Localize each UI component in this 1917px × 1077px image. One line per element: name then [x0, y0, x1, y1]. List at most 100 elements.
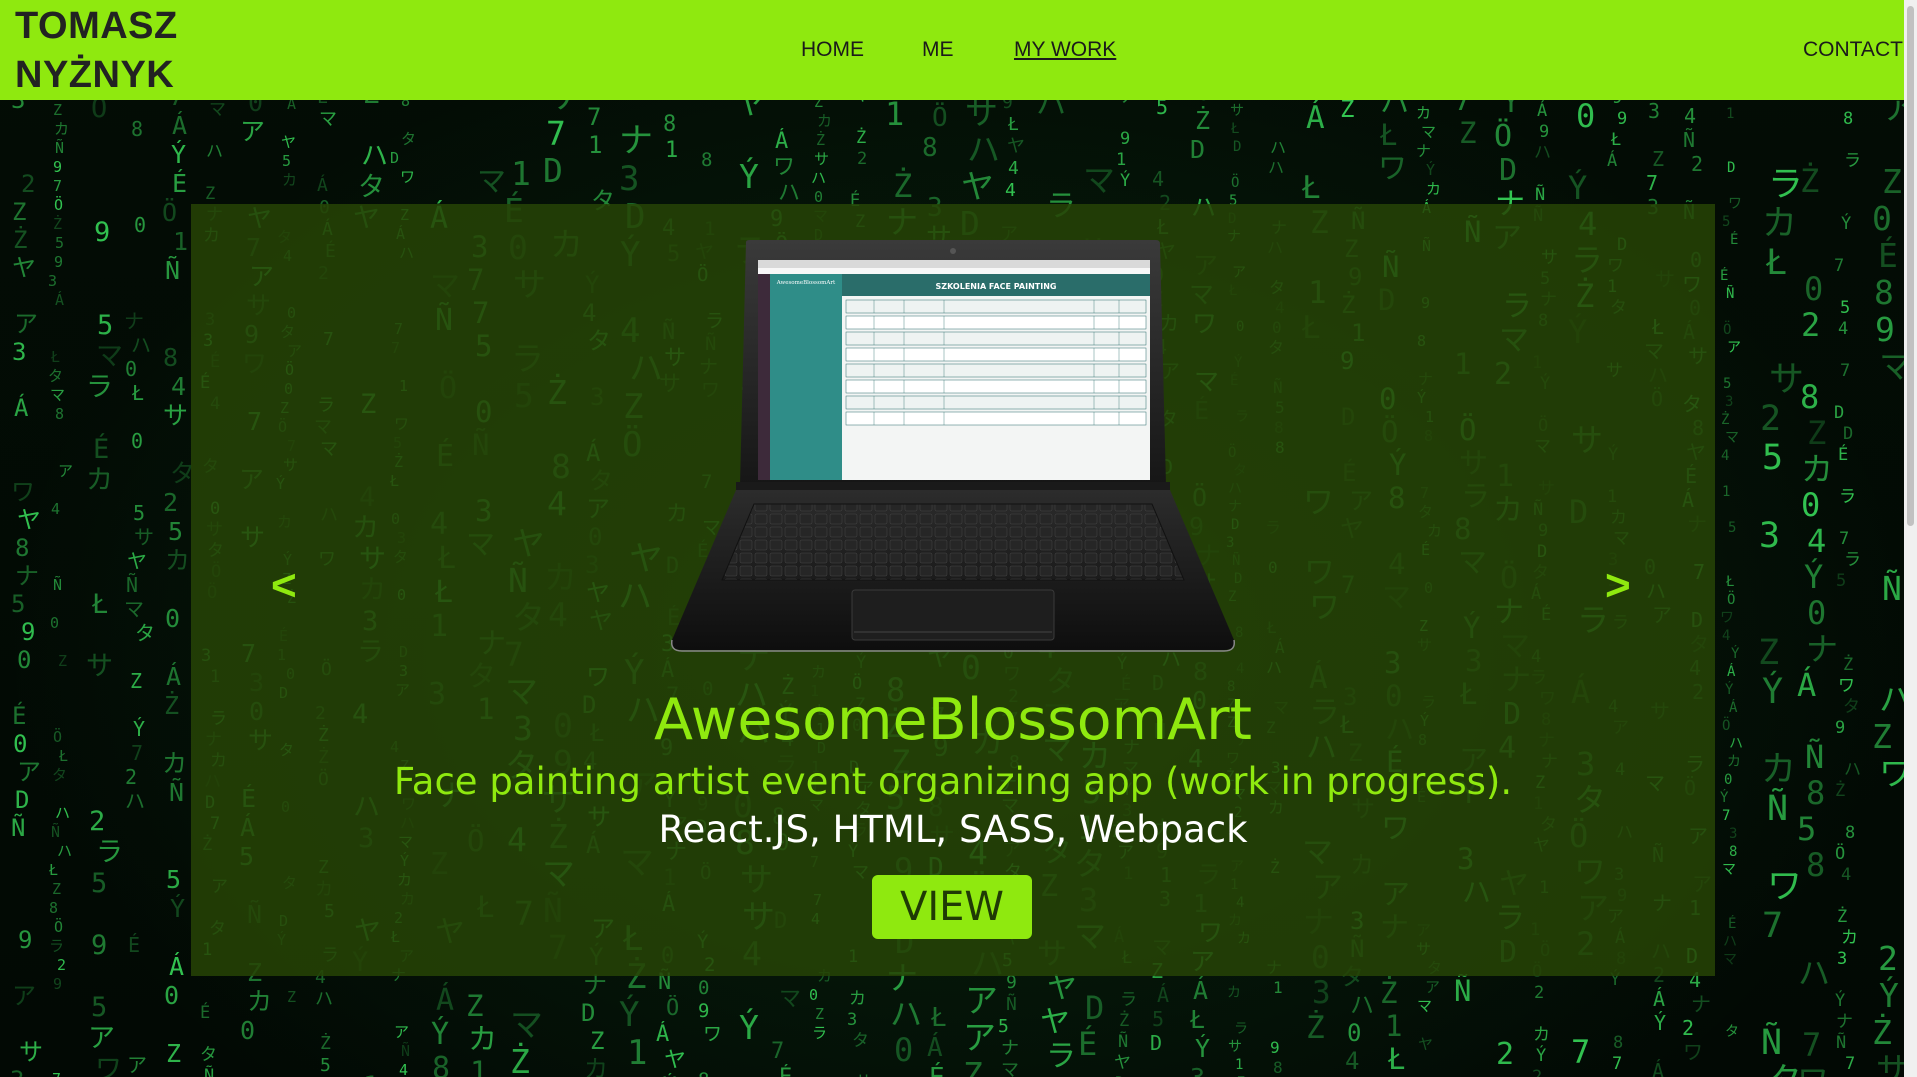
matrix-glyph: 9 — [53, 975, 62, 993]
matrix-glyph: ナ — [1001, 1038, 1019, 1059]
matrix-glyph: 7 — [1612, 1054, 1622, 1074]
matrix-glyph: マ — [779, 987, 801, 1012]
nav-contact[interactable]: CONTACT — [1803, 38, 1903, 62]
matrix-glyph: マ — [1001, 1060, 1019, 1077]
matrix-glyph: 1 — [1722, 484, 1730, 500]
screen-table-row — [845, 315, 1147, 330]
matrix-glyph: ハ — [890, 995, 922, 1033]
matrix-glyph: 3 — [1190, 1063, 1205, 1077]
scrollbar-thumb[interactable] — [1907, 6, 1914, 526]
logo-line-1: TOMASZ — [15, 5, 178, 47]
matrix-glyph: タ — [48, 367, 63, 385]
matrix-glyph: Ñ — [1805, 738, 1824, 776]
matrix-glyph: Ö — [53, 727, 62, 746]
matrix-glyph: 8 — [15, 534, 29, 562]
matrix-glyph: マ — [209, 100, 226, 120]
project-slider: < > SZKOLENIA FACE PAINTING AwesomeBloss… — [191, 204, 1715, 976]
matrix-glyph: 2 — [1682, 1016, 1694, 1040]
matrix-glyph: 4 — [1345, 1047, 1359, 1075]
matrix-glyph: Ł — [930, 1003, 947, 1033]
matrix-glyph: 8 — [1843, 109, 1853, 129]
matrix-glyph: Ö — [932, 101, 948, 133]
matrix-glyph: マ — [1083, 161, 1115, 199]
matrix-glyph: ナ — [15, 562, 39, 590]
matrix-glyph: 9 — [53, 158, 62, 176]
matrix-glyph: Z — [1459, 116, 1476, 150]
matrix-glyph: 7 — [1839, 529, 1849, 549]
matrix-glyph: ワ — [1378, 151, 1407, 185]
matrix-glyph: ア — [240, 117, 265, 146]
matrix-glyph: Ý — [1879, 975, 1899, 1015]
matrix-glyph: Á — [55, 290, 64, 309]
matrix-glyph: ハ — [778, 181, 800, 206]
matrix-glyph: ヤ — [1114, 1053, 1131, 1073]
matrix-glyph: Ż — [320, 1033, 331, 1054]
matrix-glyph: 0 — [1807, 594, 1826, 632]
matrix-glyph: マ — [1421, 123, 1436, 141]
matrix-glyph: 8 — [698, 1069, 709, 1077]
matrix-glyph: Z — [166, 1039, 181, 1068]
matrix-glyph: ワ — [95, 1054, 122, 1077]
nav-home[interactable]: HOME — [801, 38, 864, 62]
page-scrollbar[interactable] — [1904, 0, 1917, 1077]
matrix-glyph: Á — [317, 174, 328, 196]
nav-my-work[interactable]: MY WORK — [1014, 38, 1116, 62]
matrix-glyph: ヤ — [12, 254, 36, 282]
matrix-glyph: Ý — [1841, 212, 1851, 234]
matrix-glyph: Ł — [1007, 114, 1019, 135]
matrix-glyph: 3 — [619, 159, 639, 199]
matrix-glyph: Ż — [816, 130, 825, 149]
matrix-glyph: Ñ — [51, 822, 60, 841]
matrix-glyph: 7 — [1834, 256, 1844, 276]
site-logo[interactable]: TOMASZ NYŻNYK — [15, 2, 178, 100]
matrix-glyph: サ — [134, 525, 154, 549]
matrix-glyph: Ñ — [1683, 128, 1695, 152]
matrix-glyph: ヤ — [127, 549, 147, 573]
matrix-glyph: 1 — [627, 1033, 647, 1073]
matrix-glyph: 8 — [1845, 823, 1855, 843]
matrix-glyph: 8 — [55, 405, 64, 423]
matrix-glyph: Ý — [1731, 645, 1740, 662]
matrix-glyph: タ — [1725, 1024, 1739, 1040]
matrix-glyph: サ — [1228, 1039, 1242, 1055]
matrix-glyph: ラ — [1234, 1021, 1248, 1037]
matrix-glyph: É — [1078, 1025, 1097, 1063]
matrix-glyph: 7 — [53, 177, 62, 195]
matrix-glyph: 2 — [163, 488, 178, 517]
matrix-glyph: Á — [1652, 1059, 1664, 1077]
matrix-glyph: 3 — [1648, 99, 1660, 123]
nav-me[interactable]: ME — [922, 38, 954, 62]
matrix-glyph: ハ — [1723, 934, 1737, 950]
matrix-glyph: 4 — [399, 1061, 408, 1077]
matrix-glyph: カ — [849, 989, 866, 1009]
matrix-glyph: ア — [963, 1018, 996, 1057]
matrix-glyph: 4 — [1721, 448, 1729, 464]
matrix-glyph: É — [1728, 915, 1736, 932]
slider-prev-arrow[interactable]: < — [271, 561, 297, 611]
matrix-glyph: D — [1727, 160, 1735, 176]
matrix-glyph: Ż — [856, 127, 866, 148]
matrix-glyph: 0 — [13, 730, 27, 758]
matrix-glyph: ハ — [1729, 736, 1743, 752]
matrix-glyph: ア — [965, 981, 998, 1020]
matrix-glyph: 5 — [55, 234, 64, 252]
matrix-glyph: É — [929, 1061, 945, 1077]
matrix-glyph: Ö — [1727, 590, 1735, 608]
matrix-glyph: Ż — [164, 691, 179, 720]
matrix-glyph: 2 — [1496, 1037, 1514, 1072]
matrix-glyph: 0 — [134, 213, 146, 237]
matrix-glyph: Ł — [50, 348, 60, 366]
slider-next-arrow[interactable]: > — [1605, 561, 1631, 611]
matrix-glyph: ア — [127, 1053, 147, 1077]
matrix-glyph: 5 — [1728, 520, 1736, 536]
project-description: Face painting artist event organizing ap… — [393, 760, 1513, 803]
matrix-glyph: Z — [1807, 414, 1826, 452]
matrix-glyph: ワ — [1683, 1040, 1703, 1064]
matrix-glyph: Ý — [431, 1016, 449, 1052]
view-project-button[interactable]: VIEW — [872, 875, 1032, 939]
matrix-glyph: Ý — [1654, 1011, 1666, 1035]
screen-table-row — [845, 379, 1147, 394]
matrix-glyph: Ý — [1762, 670, 1783, 712]
matrix-glyph: D — [1150, 1031, 1162, 1055]
matrix-glyph: 5 — [1723, 376, 1731, 392]
